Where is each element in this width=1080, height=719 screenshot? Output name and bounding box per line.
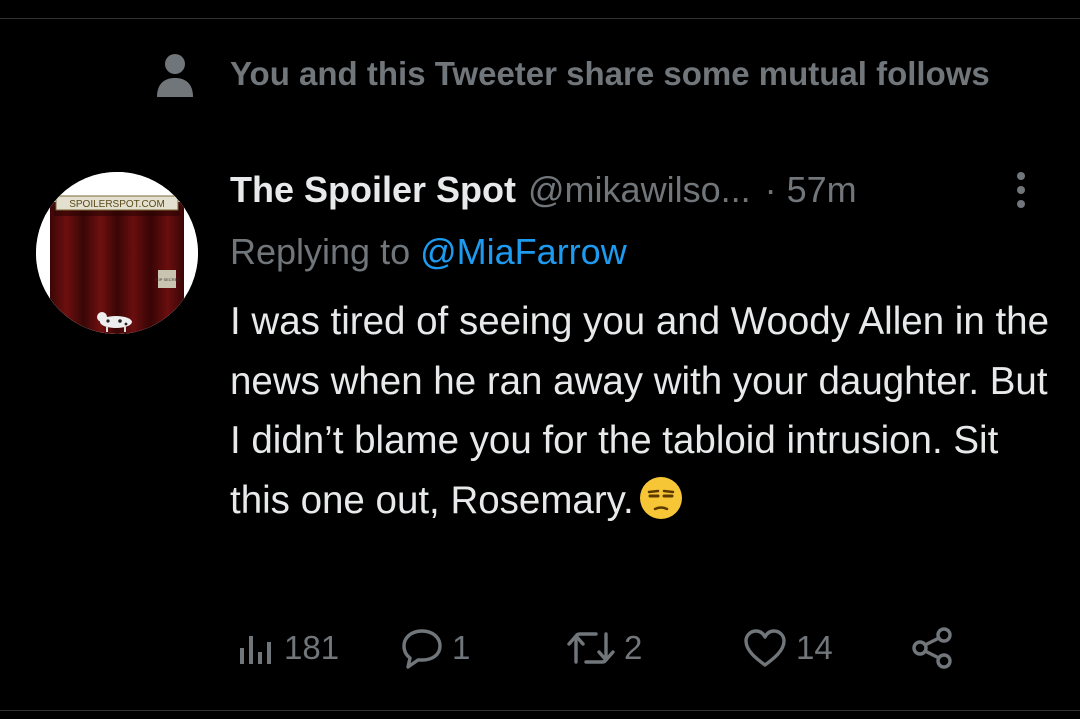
avatar-image: SPOILERSPOT.COM TOP SECRET <box>36 172 198 334</box>
heart-icon <box>744 629 786 667</box>
reply-mention-link[interactable]: @MiaFarrow <box>420 231 627 272</box>
person-icon <box>157 54 193 97</box>
separator-dot: · <box>764 169 777 210</box>
tweet-header: The Spoiler Spot @mikawilso... · 57m <box>230 164 1050 216</box>
retweet-button[interactable]: 2 <box>566 620 642 676</box>
social-context-text: You and this Tweeter share some mutual f… <box>230 55 990 92</box>
tweet-text: I was tired of seeing you and Woody Alle… <box>230 292 1050 530</box>
avatar-sign-text: SPOILERSPOT.COM <box>69 199 165 210</box>
replying-to: Replying to @MiaFarrow <box>230 226 627 278</box>
share-button[interactable] <box>910 620 956 676</box>
tweet-timestamp[interactable]: 57m <box>787 169 857 211</box>
user-handle[interactable]: @mikawilso... <box>528 169 751 211</box>
share-icon <box>912 627 952 669</box>
unamused-face-emoji <box>639 476 682 519</box>
avatar-placard-text: TOP SECRET <box>154 277 180 282</box>
reply-count: 1 <box>452 629 471 666</box>
retweet-count: 2 <box>624 629 643 666</box>
replying-to-label: Replying to <box>230 231 411 272</box>
bottom-divider <box>0 710 1080 711</box>
views-icon <box>240 636 271 664</box>
views-button[interactable]: 181 <box>236 620 339 676</box>
like-count: 14 <box>796 629 833 666</box>
social-context: You and this Tweeter share some mutual f… <box>156 48 1056 99</box>
more-vertical-icon <box>1017 172 1025 208</box>
reply-button[interactable]: 1 <box>400 620 470 676</box>
top-divider <box>0 18 1080 19</box>
display-name[interactable]: The Spoiler Spot <box>230 169 516 211</box>
reply-icon <box>402 629 442 669</box>
more-options-button[interactable] <box>1004 168 1038 212</box>
like-button[interactable]: 14 <box>742 620 833 676</box>
retweet-icon <box>567 632 615 664</box>
views-count: 181 <box>284 629 340 666</box>
avatar[interactable]: SPOILERSPOT.COM TOP SECRET <box>36 172 198 334</box>
tweet-actions: 181 1 2 14 <box>236 620 996 676</box>
